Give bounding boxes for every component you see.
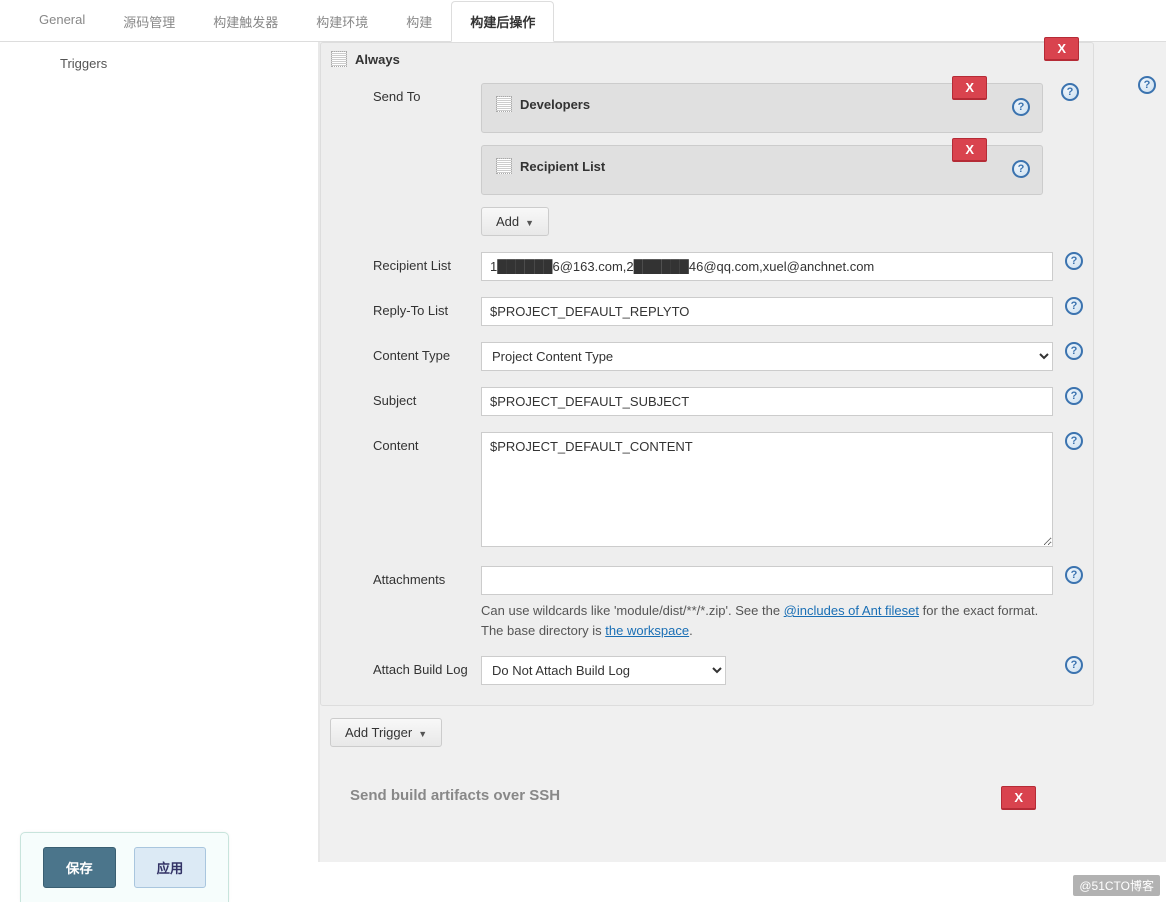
drag-handle-icon[interactable] <box>496 96 512 112</box>
recipient-list-input[interactable] <box>481 252 1053 281</box>
delete-trigger-button[interactable]: X <box>1044 37 1079 61</box>
trigger-always-block: X ? Always Send To Developers X ? <box>320 42 1094 706</box>
content-type-select[interactable]: Project Content Type <box>481 342 1053 371</box>
workspace-link[interactable]: the workspace <box>605 623 689 638</box>
ssh-publisher-title: Send build artifacts over SSH <box>320 767 1106 814</box>
section-nav-sidebar: Triggers <box>0 42 320 862</box>
content-textarea[interactable]: $PROJECT_DEFAULT_CONTENT <box>481 432 1053 547</box>
delete-sendto-button[interactable]: X <box>952 138 987 162</box>
help-icon[interactable]: ? <box>1012 98 1030 116</box>
content-type-label: Content Type <box>351 342 481 363</box>
add-trigger-button[interactable]: Add Trigger <box>330 718 442 747</box>
tab-build-env[interactable]: 构建环境 <box>297 1 387 42</box>
save-bar: 保存 应用 <box>20 832 229 902</box>
drag-handle-icon[interactable] <box>331 51 347 67</box>
tab-post-build[interactable]: 构建后操作 <box>451 1 554 42</box>
help-icon[interactable]: ? <box>1138 76 1156 94</box>
subject-label: Subject <box>351 387 481 408</box>
help-icon[interactable]: ? <box>1065 387 1083 405</box>
attach-log-select[interactable]: Do Not Attach Build Log <box>481 656 726 685</box>
delete-ssh-section-button[interactable]: X <box>1001 786 1036 810</box>
help-icon[interactable]: ? <box>1065 297 1083 315</box>
trigger-title: Always <box>355 52 400 67</box>
sendto-item-label: Recipient List <box>520 159 605 174</box>
content-label: Content <box>351 432 481 453</box>
attachments-help-text: Can use wildcards like 'module/dist/**/*… <box>481 601 1053 640</box>
save-button[interactable]: 保存 <box>43 847 116 888</box>
tab-scm[interactable]: 源码管理 <box>104 1 194 42</box>
sendto-item-label: Developers <box>520 97 590 112</box>
config-tabs: General 源码管理 构建触发器 构建环境 构建 构建后操作 <box>0 0 1166 42</box>
help-icon[interactable]: ? <box>1065 342 1083 360</box>
tab-general[interactable]: General <box>20 1 104 42</box>
ant-includes-link[interactable]: @includes of Ant fileset <box>784 603 919 618</box>
main-content: ? X ? Always Send To Developers X ? <box>320 42 1166 862</box>
add-sendto-button[interactable]: Add <box>481 207 549 236</box>
sendto-developers: Developers X ? <box>481 83 1043 133</box>
sendto-recipient-list: Recipient List X ? <box>481 145 1043 195</box>
attach-log-label: Attach Build Log <box>351 656 481 677</box>
apply-button[interactable]: 应用 <box>134 847 207 888</box>
reply-to-label: Reply-To List <box>351 297 481 318</box>
help-icon[interactable]: ? <box>1012 160 1030 178</box>
sidebar-item-triggers[interactable]: Triggers <box>60 52 318 75</box>
help-icon[interactable]: ? <box>1065 566 1083 584</box>
help-icon[interactable]: ? <box>1065 432 1083 450</box>
watermark: @51CTO博客 <box>1073 875 1160 896</box>
attachments-label: Attachments <box>351 566 481 587</box>
subject-input[interactable] <box>481 387 1053 416</box>
reply-to-input[interactable] <box>481 297 1053 326</box>
tab-build[interactable]: 构建 <box>387 1 451 42</box>
help-icon[interactable]: ? <box>1061 83 1079 101</box>
sendto-label: Send To <box>351 83 481 104</box>
attachments-input[interactable] <box>481 566 1053 595</box>
recipient-list-label: Recipient List <box>351 252 481 273</box>
help-icon[interactable]: ? <box>1065 252 1083 270</box>
tab-build-triggers[interactable]: 构建触发器 <box>194 1 297 42</box>
drag-handle-icon[interactable] <box>496 158 512 174</box>
help-icon[interactable]: ? <box>1065 656 1083 674</box>
delete-sendto-button[interactable]: X <box>952 76 987 100</box>
